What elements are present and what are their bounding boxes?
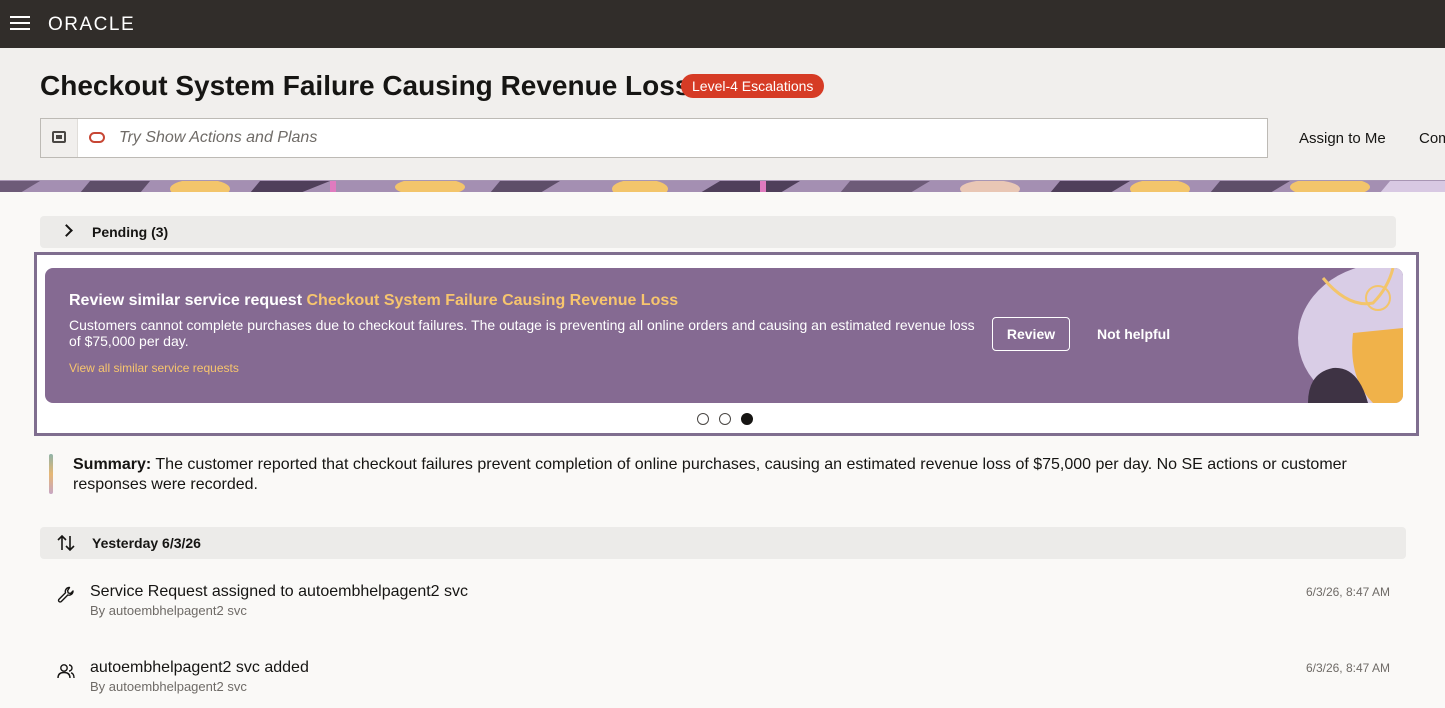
summary-body: The customer reported that checkout fail… — [73, 456, 1347, 493]
suggestion-title: Review similar service request Checkout … — [69, 292, 678, 310]
carousel-dot-1[interactable] — [697, 413, 709, 425]
summary-text: Summary: The customer reported that chec… — [73, 455, 1393, 495]
sort-icon[interactable] — [56, 533, 76, 553]
not-helpful-button[interactable]: Not helpful — [1097, 326, 1170, 342]
timeline-item-author: By autoembhelpagent2 svc — [90, 603, 247, 618]
timeline-item-time: 6/3/26, 8:47 AM — [1305, 661, 1390, 675]
escalation-badge: Level-4 Escalations — [681, 74, 825, 98]
action-search-input[interactable] — [119, 119, 1259, 157]
decorative-banner — [0, 180, 1445, 192]
more-actions-button[interactable]: Com — [1419, 130, 1445, 147]
users-icon — [57, 664, 75, 679]
page-header: Checkout System Failure Causing Revenue … — [0, 48, 1445, 180]
oracle-ai-icon — [89, 132, 105, 143]
panel-icon — [52, 131, 66, 143]
suggestion-carousel: Review similar service request Checkout … — [34, 252, 1419, 436]
top-bar: ORACLE — [0, 0, 1445, 48]
suggestion-description: Customers cannot complete purchases due … — [69, 317, 975, 349]
timeline-item-title: Service Request assigned to autoembhelpa… — [90, 583, 469, 600]
chevron-right-icon — [60, 224, 73, 237]
summary-label: Summary: — [73, 456, 152, 473]
assign-to-me-button[interactable]: Assign to Me — [1299, 130, 1386, 147]
timeline-item-author: By autoembhelpagent2 svc — [90, 679, 247, 694]
page-title: Checkout System Failure Causing Revenue … — [40, 70, 691, 101]
panel-toggle-button[interactable] — [41, 119, 78, 157]
banner-pattern-image — [0, 180, 1445, 192]
wrench-icon — [57, 586, 74, 603]
view-similar-requests-link[interactable]: View all similar service requests — [69, 361, 239, 375]
suggestion-card: Review similar service request Checkout … — [45, 268, 1403, 403]
carousel-dot-2[interactable] — [719, 413, 731, 425]
card-illustration — [1298, 268, 1403, 403]
summary-accent-bar — [49, 454, 53, 494]
hamburger-menu-icon[interactable] — [10, 16, 30, 32]
carousel-dot-3[interactable] — [741, 413, 753, 425]
oracle-logo[interactable]: ORACLE — [48, 14, 135, 36]
action-search-box — [40, 118, 1268, 158]
timeline-item: autoembhelpagent2 svc added By autoembhe… — [40, 659, 1400, 699]
suggestion-title-prefix: Review similar service request — [69, 292, 303, 309]
timeline-group-label: Yesterday 6/3/26 — [92, 535, 201, 551]
timeline-item-time: 6/3/26, 8:47 AM — [1305, 585, 1390, 599]
timeline-group-header: Yesterday 6/3/26 — [40, 527, 1406, 559]
review-button[interactable]: Review — [992, 317, 1070, 351]
pending-accordion[interactable]: Pending (3) — [40, 216, 1396, 248]
timeline-item-title: autoembhelpagent2 svc added — [90, 659, 309, 676]
pending-label: Pending (3) — [92, 224, 169, 240]
suggestion-title-link[interactable]: Checkout System Failure Causing Revenue … — [306, 292, 678, 309]
timeline-item: Service Request assigned to autoembhelpa… — [40, 583, 1400, 623]
